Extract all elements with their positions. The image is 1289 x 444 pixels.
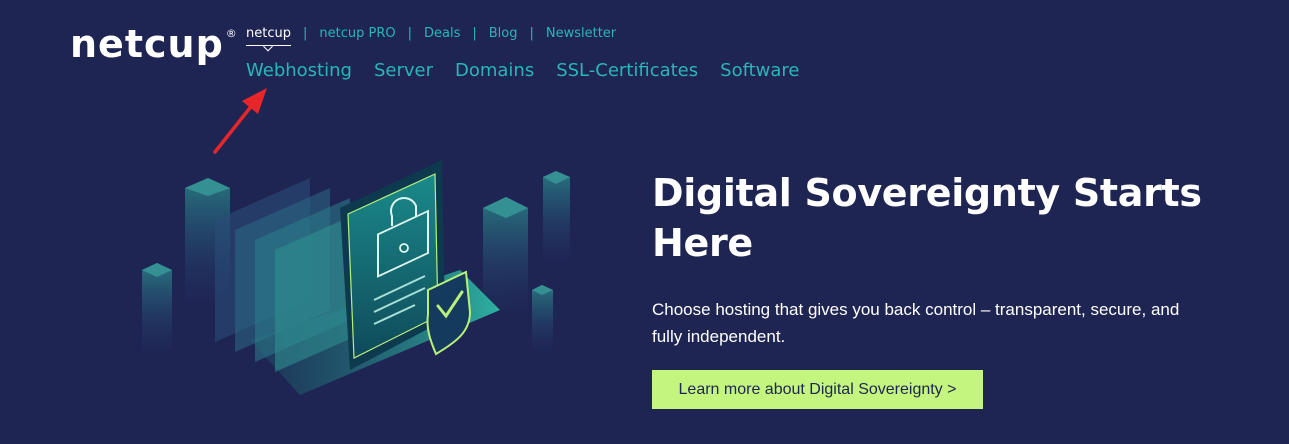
main-nav-ssl-certificates[interactable]: SSL-Certificates xyxy=(556,60,698,81)
nav-separator: | xyxy=(407,26,412,41)
learn-more-button[interactable]: Learn more about Digital Sovereignty > xyxy=(652,370,983,409)
nav-separator: | xyxy=(529,26,534,41)
top-nav-netcup[interactable]: netcup xyxy=(246,26,291,46)
top-nav-newsletter[interactable]: Newsletter xyxy=(546,26,616,41)
logo-text: netcup xyxy=(70,22,224,66)
main-nav: Webhosting Server Domains SSL-Certificat… xyxy=(246,60,800,81)
main-nav-domains[interactable]: Domains xyxy=(455,60,534,81)
security-illustration xyxy=(142,160,570,395)
top-nav: netcup | netcup PRO | Deals | Blog | New… xyxy=(246,26,616,46)
top-nav-netcup-pro[interactable]: netcup PRO xyxy=(319,26,395,41)
top-nav-deals[interactable]: Deals xyxy=(424,26,460,41)
registered-mark: ® xyxy=(225,27,238,40)
main-nav-server[interactable]: Server xyxy=(374,60,433,81)
main-nav-software[interactable]: Software xyxy=(720,60,799,81)
nav-separator: | xyxy=(302,26,308,41)
hero-headline: Digital Sovereignty Starts Here xyxy=(652,171,1202,265)
hero-subtext: Choose hosting that gives you back contr… xyxy=(652,300,1180,346)
nav-separator: | xyxy=(472,26,477,41)
top-nav-blog[interactable]: Blog xyxy=(489,26,518,41)
main-nav-webhosting[interactable]: Webhosting xyxy=(246,60,352,81)
netcup-logo[interactable]: netcup ® xyxy=(70,22,238,76)
